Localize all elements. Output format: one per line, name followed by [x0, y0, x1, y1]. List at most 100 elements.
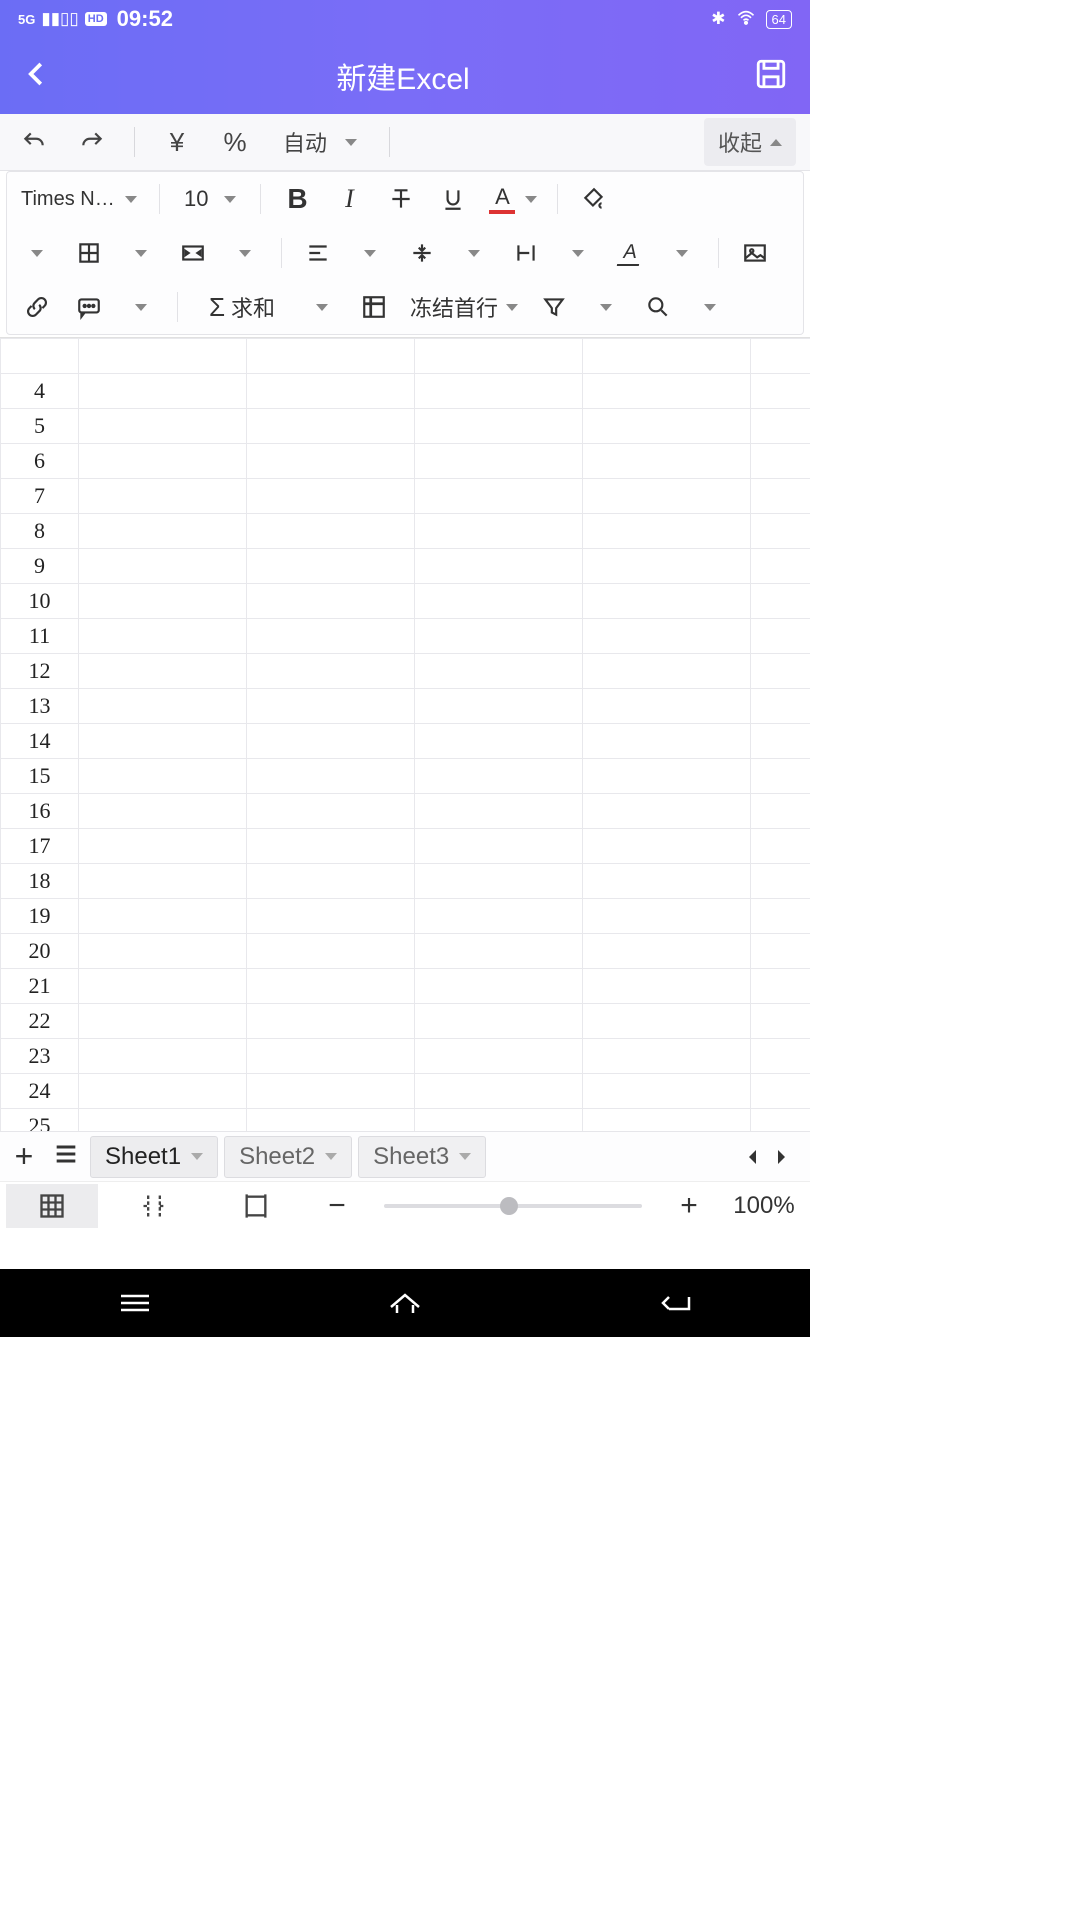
cell[interactable]	[415, 899, 583, 934]
cell[interactable]	[79, 969, 247, 1004]
cell[interactable]	[751, 1039, 811, 1074]
text-rotation-button[interactable]: A	[608, 231, 652, 275]
font-color-button[interactable]: A	[483, 177, 543, 221]
cell[interactable]	[79, 1004, 247, 1039]
cell[interactable]	[247, 934, 415, 969]
cell[interactable]	[79, 689, 247, 724]
cell[interactable]	[247, 584, 415, 619]
cell[interactable]	[583, 654, 751, 689]
cell[interactable]	[247, 514, 415, 549]
cell[interactable]	[583, 514, 751, 549]
cell[interactable]	[415, 374, 583, 409]
scroll-right-button[interactable]	[778, 1150, 792, 1164]
row-header[interactable]: 18	[1, 864, 79, 899]
cell[interactable]	[247, 864, 415, 899]
cell[interactable]	[247, 969, 415, 1004]
row-header[interactable]: 10	[1, 584, 79, 619]
cell[interactable]	[415, 689, 583, 724]
cell[interactable]	[247, 794, 415, 829]
underline-button[interactable]	[431, 177, 475, 221]
cell[interactable]	[415, 654, 583, 689]
cell[interactable]	[751, 409, 811, 444]
cell[interactable]	[751, 479, 811, 514]
row-header[interactable]: 25	[1, 1109, 79, 1132]
cell[interactable]	[415, 339, 583, 374]
align-left-button[interactable]	[296, 231, 340, 275]
cell[interactable]	[79, 374, 247, 409]
row-header[interactable]: 13	[1, 689, 79, 724]
cell[interactable]	[583, 864, 751, 899]
comment-dropdown[interactable]	[119, 285, 163, 329]
cell[interactable]	[583, 899, 751, 934]
row-header[interactable]: 6	[1, 444, 79, 479]
cell[interactable]	[415, 479, 583, 514]
spreadsheet-grid[interactable]: 4567891011121314151617181920212223242526	[0, 337, 810, 1131]
cell[interactable]	[751, 864, 811, 899]
cell[interactable]	[79, 1074, 247, 1109]
row-header[interactable]: 23	[1, 1039, 79, 1074]
cell[interactable]	[583, 619, 751, 654]
cell[interactable]	[583, 339, 751, 374]
cell[interactable]	[751, 969, 811, 1004]
filter-button[interactable]	[532, 285, 576, 329]
save-button[interactable]	[754, 57, 788, 96]
cell[interactable]	[583, 1039, 751, 1074]
cell[interactable]	[247, 1039, 415, 1074]
cell[interactable]	[583, 934, 751, 969]
cell[interactable]	[415, 1074, 583, 1109]
zoom-slider[interactable]	[384, 1204, 642, 1208]
insert-image-button[interactable]	[733, 231, 777, 275]
back-button[interactable]	[22, 59, 52, 94]
cell[interactable]	[415, 969, 583, 1004]
cell[interactable]	[79, 409, 247, 444]
row-header[interactable]: 11	[1, 619, 79, 654]
cell[interactable]	[751, 1074, 811, 1109]
freeze-panes-select[interactable]: 冻结首行	[404, 285, 524, 329]
filter-dropdown[interactable]	[584, 285, 628, 329]
rotation-dropdown[interactable]	[660, 231, 704, 275]
cell[interactable]	[79, 724, 247, 759]
row-header[interactable]: 19	[1, 899, 79, 934]
cell[interactable]	[79, 829, 247, 864]
cell[interactable]	[247, 1074, 415, 1109]
cell[interactable]	[79, 759, 247, 794]
cell[interactable]	[583, 969, 751, 1004]
row-header[interactable]: 16	[1, 794, 79, 829]
back-button-nav[interactable]	[615, 1289, 735, 1317]
valign-dropdown[interactable]	[452, 231, 496, 275]
cell[interactable]	[751, 899, 811, 934]
sheet-tab[interactable]: Sheet1	[90, 1136, 218, 1178]
autosum-dropdown[interactable]	[300, 285, 344, 329]
cell[interactable]	[415, 1004, 583, 1039]
align-dropdown[interactable]	[348, 231, 392, 275]
normal-view-button[interactable]	[6, 1184, 98, 1228]
cell[interactable]	[751, 374, 811, 409]
sheet-tab[interactable]: Sheet3	[358, 1136, 486, 1178]
cell[interactable]	[247, 444, 415, 479]
add-sheet-button[interactable]: +	[6, 1138, 42, 1175]
strikethrough-button[interactable]	[379, 177, 423, 221]
cell[interactable]	[79, 794, 247, 829]
font-size-select[interactable]: 10	[174, 186, 246, 212]
row-header[interactable]: 9	[1, 549, 79, 584]
cell[interactable]	[415, 514, 583, 549]
cell[interactable]	[751, 759, 811, 794]
cell[interactable]	[751, 1004, 811, 1039]
row-header[interactable]: 17	[1, 829, 79, 864]
sheet-menu-button[interactable]	[48, 1140, 84, 1173]
cell[interactable]	[415, 409, 583, 444]
row-header[interactable]: 14	[1, 724, 79, 759]
number-format-select[interactable]: 自动	[273, 126, 367, 158]
cell[interactable]	[583, 759, 751, 794]
cell[interactable]	[751, 514, 811, 549]
cell[interactable]	[751, 654, 811, 689]
cell[interactable]	[415, 934, 583, 969]
merge-dropdown[interactable]	[223, 231, 267, 275]
cell[interactable]	[583, 1109, 751, 1132]
cell[interactable]	[79, 1039, 247, 1074]
cell[interactable]	[583, 549, 751, 584]
zoom-thumb[interactable]	[500, 1197, 518, 1215]
row-header[interactable]: 7	[1, 479, 79, 514]
cell[interactable]	[247, 829, 415, 864]
cell[interactable]	[415, 1039, 583, 1074]
